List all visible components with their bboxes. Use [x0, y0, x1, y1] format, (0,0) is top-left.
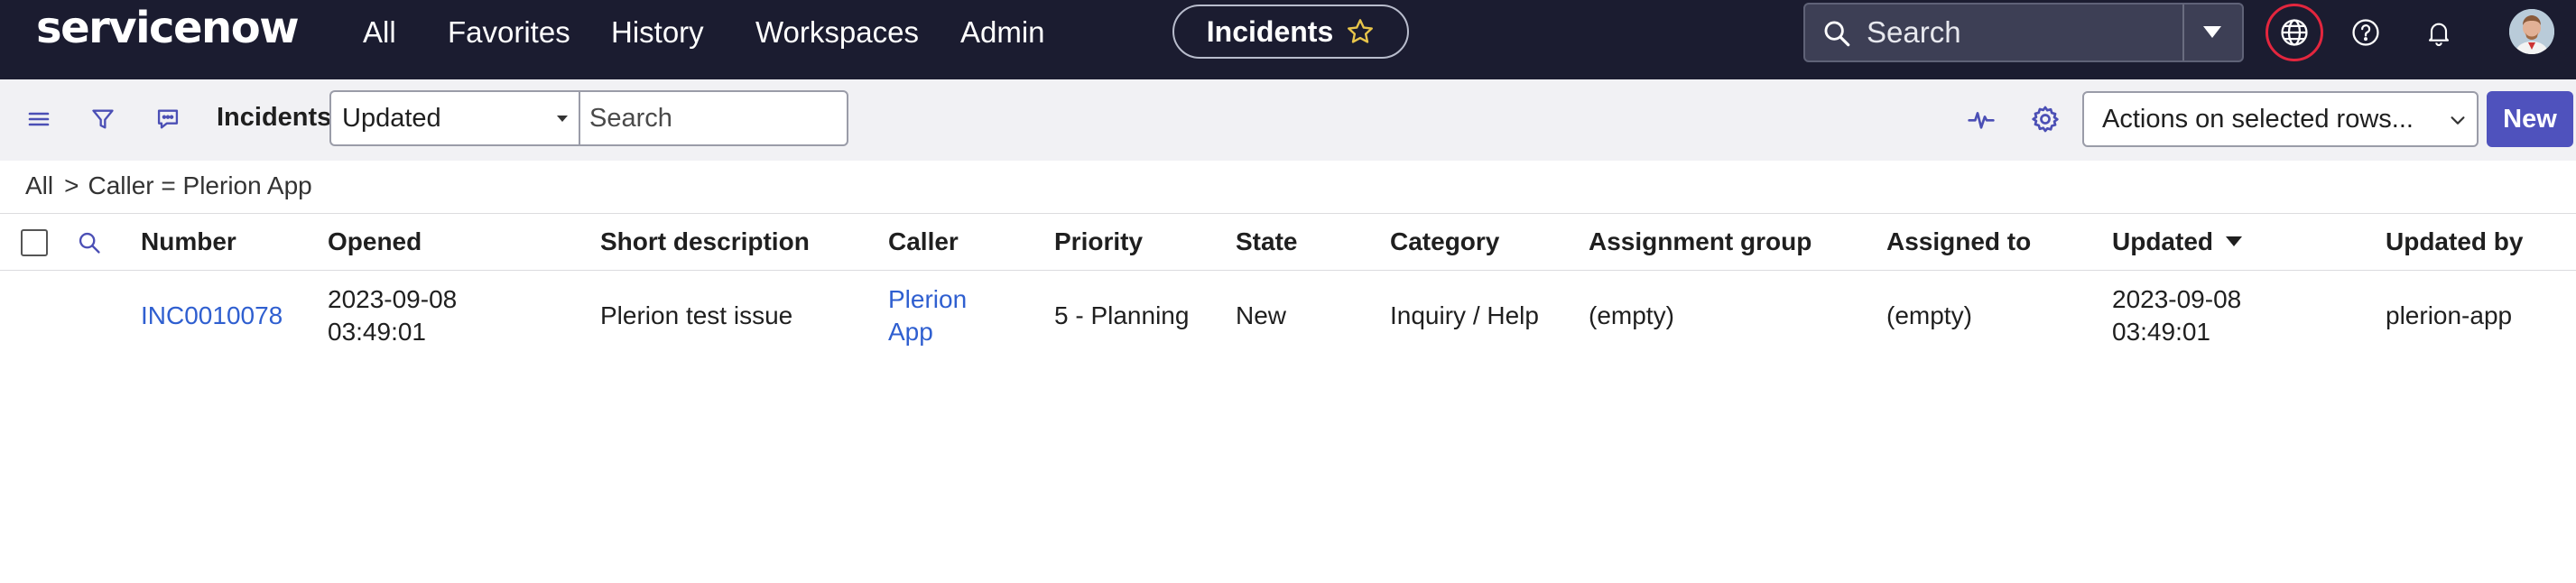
- incident-number-link[interactable]: INC0010078: [141, 300, 283, 332]
- caller-link-line1: Plerion: [888, 285, 968, 313]
- cell-short-description: Plerion test issue: [600, 301, 793, 329]
- list-title: Incidents: [217, 103, 332, 132]
- table-header: Number Opened Short description Caller P…: [0, 213, 2576, 271]
- actions-select-value: Actions on selected rows...: [2102, 105, 2414, 134]
- cell-opened-date: 2023-09-08: [328, 285, 458, 313]
- cell-priority: 5 - Planning: [1054, 301, 1190, 329]
- column-header-short-description[interactable]: Short description: [600, 214, 810, 270]
- gear-icon[interactable]: [2030, 104, 2061, 134]
- cell-assignment-group: (empty): [1589, 301, 1674, 329]
- context-pill[interactable]: Incidents: [1172, 5, 1409, 59]
- chevron-down-icon: [557, 116, 568, 122]
- hamburger-icon[interactable]: [27, 108, 51, 130]
- search-icon[interactable]: [77, 230, 102, 255]
- column-header-updated[interactable]: Updated: [2112, 214, 2242, 270]
- context-pill-label: Incidents: [1206, 14, 1334, 48]
- servicenow-logo[interactable]: servicenow: [36, 2, 300, 54]
- cell-state: New: [1236, 301, 1287, 329]
- column-header-assignment-group[interactable]: Assignment group: [1589, 214, 1812, 270]
- column-header-priority[interactable]: Priority: [1054, 214, 1143, 270]
- column-header-updated-by[interactable]: Updated by: [2386, 214, 2523, 270]
- caller-link-line2: App: [888, 318, 933, 346]
- cell-updated: 2023-09-08 03:49:01: [2112, 283, 2241, 348]
- actions-select[interactable]: Actions on selected rows...: [2082, 91, 2479, 147]
- cell-updated-time: 03:49:01: [2112, 318, 2210, 346]
- breadcrumb-separator: >: [64, 171, 79, 199]
- column-header-category[interactable]: Category: [1390, 214, 1499, 270]
- help-icon[interactable]: [2350, 17, 2381, 48]
- caller-link[interactable]: Plerion App: [888, 283, 967, 348]
- filter-icon[interactable]: [90, 106, 116, 133]
- chevron-down-icon: [2203, 26, 2221, 38]
- nav-all[interactable]: All: [363, 13, 396, 52]
- breadcrumb-all[interactable]: All: [25, 171, 53, 199]
- global-search[interactable]: Search: [1803, 3, 2244, 62]
- top-navigation-bar: servicenow All Favorites History Workspa…: [0, 0, 2576, 79]
- nav-admin[interactable]: Admin: [960, 13, 1045, 52]
- cell-category: Inquiry / Help: [1390, 301, 1539, 329]
- column-header-updated-label: Updated: [2112, 227, 2213, 255]
- nav-workspaces[interactable]: Workspaces: [755, 13, 919, 52]
- star-icon[interactable]: [1346, 17, 1375, 46]
- column-header-opened[interactable]: Opened: [328, 214, 422, 270]
- list-toolbar: Incidents Updated Actions on selected ro…: [0, 79, 2576, 161]
- column-header-assigned-to[interactable]: Assigned to: [1886, 214, 2031, 270]
- cell-updated-date: 2023-09-08: [2112, 285, 2242, 313]
- cell-assigned-to: (empty): [1886, 301, 1972, 329]
- cell-opened-time: 03:49:01: [328, 318, 426, 346]
- cell-opened: 2023-09-08 03:49:01: [328, 283, 457, 348]
- global-search-input[interactable]: Search: [1867, 5, 1961, 60]
- activity-icon[interactable]: [1966, 105, 1997, 134]
- new-button[interactable]: New: [2487, 91, 2573, 147]
- sort-descending-icon: [2226, 236, 2242, 247]
- globe-icon[interactable]: [2279, 17, 2310, 48]
- search-field-select[interactable]: Updated: [329, 90, 580, 146]
- table-row: INC0010078 2023-09-08 03:49:01 Plerion te…: [0, 271, 2576, 361]
- list-search-input[interactable]: [579, 90, 848, 146]
- nav-history[interactable]: History: [611, 13, 704, 52]
- cell-updated-by: plerion-app: [2386, 301, 2513, 329]
- column-header-state[interactable]: State: [1236, 214, 1297, 270]
- user-avatar[interactable]: [2509, 9, 2554, 54]
- column-header-number[interactable]: Number: [141, 214, 236, 270]
- nav-favorites[interactable]: Favorites: [448, 13, 570, 52]
- search-field-value: Updated: [342, 104, 441, 133]
- chat-icon[interactable]: [155, 106, 181, 132]
- column-header-caller[interactable]: Caller: [888, 214, 959, 270]
- select-all-checkbox[interactable]: [21, 229, 48, 256]
- search-icon: [1821, 18, 1852, 49]
- search-scope-dropdown[interactable]: [2182, 5, 2242, 60]
- bell-icon[interactable]: [2424, 17, 2453, 48]
- chevron-down-icon: [2448, 110, 2468, 130]
- breadcrumb-condition[interactable]: Caller = Plerion App: [88, 171, 311, 199]
- breadcrumb: All > Caller = Plerion App: [25, 171, 312, 200]
